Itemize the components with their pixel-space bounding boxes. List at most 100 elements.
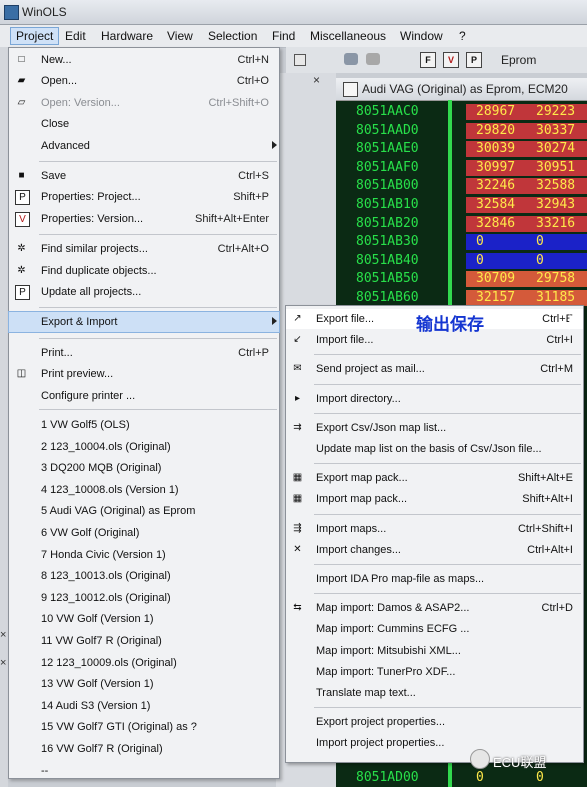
- panel-close-icon[interactable]: ×: [313, 73, 320, 87]
- export-import-item[interactable]: Translate map text...: [286, 683, 583, 703]
- project-menu-item[interactable]: ✲ Find duplicate objects...: [9, 261, 279, 281]
- menu-edit[interactable]: Edit: [60, 28, 91, 44]
- recent-file-item[interactable]: 1 VW Golf5 (OLS): [9, 415, 279, 435]
- project-menu-item[interactable]: P Update all projects...: [9, 282, 279, 302]
- toolbar-v-button[interactable]: V: [443, 52, 459, 68]
- export-import-item[interactable]: Map import: Mitsubishi XML...: [286, 641, 583, 661]
- recent-file-item[interactable]: 13 VW Golf (Version 1): [9, 674, 279, 694]
- window-title: WinOLS: [22, 5, 67, 19]
- project-menu-item[interactable]: Print... Ctrl+P: [9, 343, 279, 363]
- import-changes-icon: ✕: [293, 543, 302, 555]
- recent-file-item[interactable]: --: [9, 761, 279, 781]
- export-import-item[interactable]: ↗ Export file... Ctrl+E 输出保存: [286, 309, 583, 334]
- export-import-item[interactable]: ⇶ Import maps... Ctrl+Shift+I: [286, 519, 583, 539]
- export-import-item[interactable]: Import IDA Pro map-file as maps...: [286, 569, 583, 589]
- recent-file-item[interactable]: 4 123_10008.ols (Version 1): [9, 480, 279, 500]
- toolbar-f-button[interactable]: F: [420, 52, 436, 68]
- hex-value: 30274: [536, 141, 576, 157]
- menu-item-label: Import IDA Pro map-file as maps...: [316, 573, 485, 585]
- menu-miscellaneous[interactable]: Miscellaneous: [305, 28, 391, 44]
- menu-window[interactable]: Window: [395, 28, 448, 44]
- menu-project[interactable]: Project: [10, 27, 60, 45]
- toolbar-eprom-label[interactable]: Eprom: [501, 53, 536, 67]
- hex-row[interactable]: 8051AAE0 30039 30274: [336, 141, 587, 158]
- toolbar-home-icon[interactable]: [366, 53, 380, 65]
- recent-file-item[interactable]: 11 VW Golf7 R (Original): [9, 631, 279, 651]
- menu-item-label: New...: [41, 54, 72, 66]
- recent-file-item[interactable]: 12 123_10009.ols (Original): [9, 653, 279, 673]
- mail-icon: ✉: [293, 363, 302, 375]
- project-menu-item[interactable]: Configure printer ...: [9, 386, 279, 406]
- menu-hardware[interactable]: Hardware: [96, 28, 158, 44]
- menu-separator: [39, 234, 277, 236]
- export-import-item[interactable]: ▦ Export map pack... Shift+Alt+E: [286, 468, 583, 488]
- project-menu: □ New... Ctrl+N ▰ Open... Ctrl+O ▱ Open: Versio…: [8, 47, 280, 779]
- recent-file-item[interactable]: 10 VW Golf (Version 1): [9, 609, 279, 629]
- menu-find[interactable]: Find: [267, 28, 300, 44]
- menu-view[interactable]: View: [162, 28, 198, 44]
- hex-row[interactable]: 8051AB10 32584 32943: [336, 197, 587, 213]
- recent-file-item[interactable]: 16 VW Golf7 R (Original): [9, 739, 279, 759]
- project-menu-item[interactable]: Advanced: [9, 136, 279, 156]
- recent-file-label: 7 Honda Civic (Version 1): [41, 548, 166, 561]
- export-import-item[interactable]: ✉ Send project as mail... Ctrl+M: [286, 359, 583, 379]
- export-import-item[interactable]: Update map list on the basis of Csv/Json…: [286, 439, 583, 459]
- export-import-item[interactable]: Map import: Cummins ECFG ...: [286, 619, 583, 639]
- project-menu-item[interactable]: Export & Import: [8, 311, 280, 334]
- export-import-item[interactable]: ▸ Import directory...: [286, 389, 583, 409]
- project-menu-item[interactable]: Close: [9, 114, 279, 134]
- menu-item-label: Find similar projects...: [41, 243, 148, 256]
- hex-row[interactable]: 8051AB30 0 0: [336, 234, 587, 251]
- menu-selection[interactable]: Selection: [203, 28, 262, 44]
- hex-row[interactable]: 8051AB20 32846 33216: [336, 215, 587, 232]
- project-menu-item[interactable]: ▰ Open... Ctrl+O: [9, 71, 279, 91]
- hex-window-titlebar[interactable]: Audi VAG (Original) as Eprom, ECM20: [336, 78, 587, 101]
- hex-row[interactable]: 8051AB40 0 0: [336, 252, 587, 269]
- export-import-item[interactable]: ✕ Import changes... Ctrl+Alt+I: [286, 540, 583, 560]
- recent-file-item[interactable]: 3 DQ200 MQB (Original): [9, 458, 279, 478]
- recent-file-item[interactable]: 14 Audi S3 (Version 1): [9, 696, 279, 716]
- hex-row[interactable]: 8051AAC0 28967 29223: [336, 104, 587, 120]
- toolbar-p-button[interactable]: P: [466, 52, 482, 68]
- export-import-item[interactable]: ⇆ Map import: Damos & ASAP2... Ctrl+D: [286, 598, 583, 618]
- menu-item-shortcut: Shift+Alt+I: [522, 493, 573, 506]
- hex-row[interactable]: 8051AAF0 30997 30951: [336, 159, 587, 176]
- project-menu-item[interactable]: ◫ Print preview...: [9, 364, 279, 384]
- project-menu-item[interactable]: V Properties: Version... Shift+Alt+Enter: [9, 209, 279, 229]
- hex-row[interactable]: 8051AAD0 29820 30337: [336, 122, 587, 139]
- recent-file-item[interactable]: 2 123_10004.ols (Original): [9, 437, 279, 457]
- export-import-item[interactable]: Import project properties...: [286, 733, 583, 753]
- menu-help[interactable]: ?: [454, 28, 471, 44]
- hex-address: 8051AAD0: [356, 122, 419, 138]
- recent-file-item[interactable]: 6 VW Golf (Original): [9, 523, 279, 543]
- project-menu-item[interactable]: P Properties: Project... Shift+P: [9, 187, 279, 207]
- toolbar-arrow-icon[interactable]: [294, 54, 306, 66]
- hex-address: 8051AB10: [356, 197, 419, 212]
- hex-row[interactable]: 8051AB00 32246 32588: [336, 178, 587, 195]
- project-menu-item[interactable]: ✲ Find similar projects... Ctrl+Alt+O: [9, 239, 279, 259]
- project-menu-item[interactable]: □ New... Ctrl+N: [9, 50, 279, 70]
- toolbar-map-icon[interactable]: [344, 53, 358, 65]
- print-preview-icon: ◫: [16, 368, 27, 380]
- recent-file-item[interactable]: 15 VW Golf7 GTI (Original) as ?: [9, 717, 279, 737]
- recent-file-item[interactable]: 5 Audi VAG (Original) as Eprom: [9, 501, 279, 521]
- wechat-logo-icon: [470, 749, 490, 769]
- close-icon[interactable]: ×: [0, 657, 6, 669]
- export-import-item[interactable]: Export project properties...: [286, 712, 583, 732]
- menu-item-shortcut: Shift+Alt+E: [517, 472, 573, 485]
- hex-row[interactable]: 8051AB50 30709 29758: [336, 271, 587, 288]
- hex-value: 29820: [476, 122, 516, 138]
- recent-file-item[interactable]: 8 123_10013.ols (Original): [9, 566, 279, 586]
- recent-file-item[interactable]: 9 123_10012.ols (Original): [9, 588, 279, 608]
- hex-row[interactable]: 8051AD00 0 0: [336, 770, 587, 786]
- recent-file-item[interactable]: 7 Honda Civic (Version 1): [9, 545, 279, 565]
- project-menu-item[interactable]: ■ Save Ctrl+S: [9, 166, 279, 186]
- menu-item-shortcut: Ctrl+Shift+I: [517, 522, 573, 535]
- export-import-item[interactable]: ↙ Import file... Ctrl+I: [286, 330, 583, 350]
- export-import-item[interactable]: Map import: TunerPro XDF...: [286, 662, 583, 682]
- close-icon[interactable]: ×: [0, 629, 6, 641]
- project-menu-item[interactable]: ▱ Open: Version... Ctrl+Shift+O: [9, 93, 279, 113]
- export-import-item[interactable]: ▦ Import map pack... Shift+Alt+I: [286, 489, 583, 509]
- hex-row[interactable]: 8051AB60 32157 31185: [336, 290, 587, 306]
- export-import-item[interactable]: ⇉ Export Csv/Json map list...: [286, 418, 583, 438]
